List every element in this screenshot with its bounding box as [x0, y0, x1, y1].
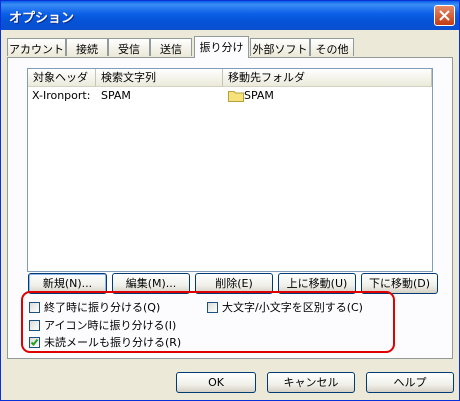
tab-account[interactable]: アカウント	[7, 38, 66, 56]
checkbox-box	[29, 320, 40, 331]
column-header-target[interactable]: 対象ヘッダ	[28, 69, 96, 86]
tab-sorting[interactable]: 振り分け	[194, 36, 249, 58]
column-header-folder[interactable]: 移動先フォルダ	[223, 69, 432, 86]
tab-other[interactable]: その他	[310, 38, 354, 56]
title-bar[interactable]: オプション	[1, 1, 459, 30]
window-title: オプション	[9, 11, 75, 26]
cell-search: SPAM	[101, 89, 131, 102]
checkbox-box	[207, 302, 218, 313]
options-dialog: オプション アカウント 接続 受信 送信 振り分け 外部ソフト その他 対象ヘッ…	[0, 0, 460, 401]
close-icon	[439, 10, 450, 21]
close-button[interactable]	[434, 5, 455, 26]
tab-strip: アカウント 接続 受信 送信 振り分け 外部ソフト その他	[7, 36, 457, 58]
cell-header: X-Ironport:	[32, 89, 91, 102]
column-header-search[interactable]: 検索文字列	[96, 69, 223, 86]
tab-receive[interactable]: 受信	[108, 38, 150, 56]
folder-icon	[228, 91, 244, 102]
tab-connection[interactable]: 接続	[66, 38, 108, 56]
help-button[interactable]: ヘルプ	[366, 372, 454, 393]
rule-list[interactable]: 対象ヘッダ 検索文字列 移動先フォルダ X-Ironport: SPAM SPA…	[27, 68, 433, 272]
ok-button[interactable]: OK	[176, 372, 256, 393]
cancel-button[interactable]: キャンセル	[267, 372, 355, 393]
list-header: 対象ヘッダ 検索文字列 移動先フォルダ	[28, 69, 432, 87]
folder-name: SPAM	[244, 89, 274, 102]
checkmark-icon	[30, 338, 39, 346]
tab-external-software[interactable]: 外部ソフト	[250, 38, 310, 56]
checkbox-box	[29, 337, 40, 348]
list-item[interactable]: X-Ironport: SPAM SPAM	[28, 88, 432, 104]
tab-send[interactable]: 送信	[150, 38, 192, 56]
checkbox-box	[29, 302, 40, 313]
